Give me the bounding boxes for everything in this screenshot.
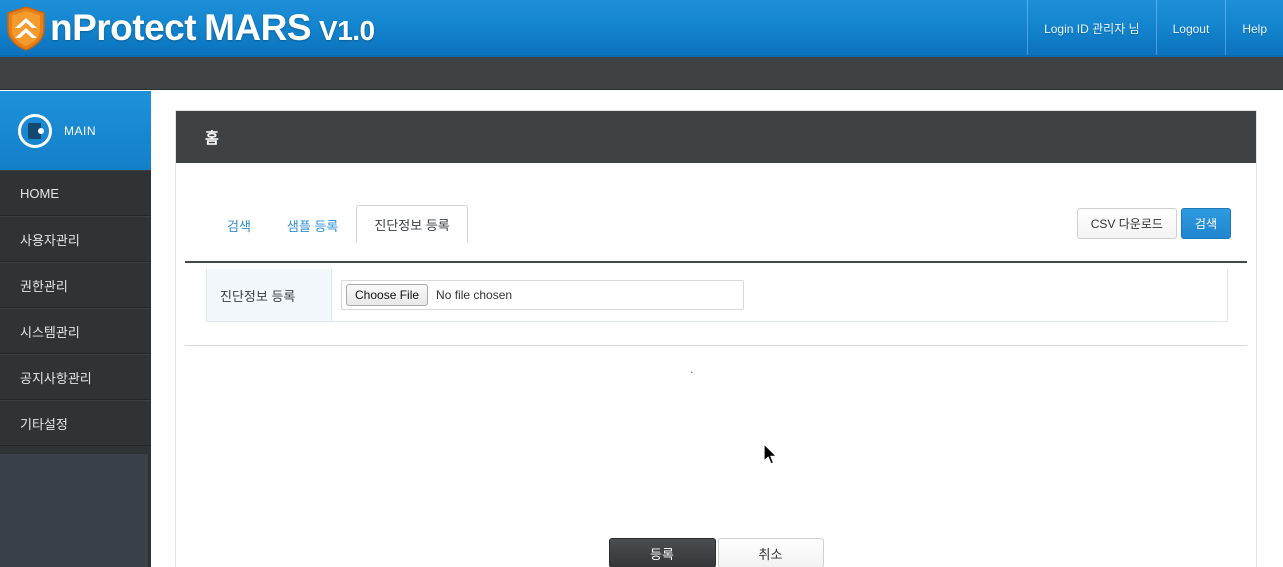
brand-name: nProtect [50,7,197,48]
tab-label: 진단정보 등록 [374,218,450,233]
diagnosis-form-table: 진단정보 등록 Choose File No file chosen [206,269,1228,322]
tab-list: 검색 샘플 등록 진단정보 등록 [209,204,468,243]
sidebar-item-user-management[interactable]: 사용자관리 [0,216,151,262]
sidebar-filler [0,454,149,567]
search-button[interactable]: 검색 [1180,208,1231,239]
content-panel: 홈 검색 샘플 등록 진단정보 등록 CSV 다운로드 검색 진단정보 등록 C… [175,110,1257,567]
cancel-button-label: 취소 [758,546,783,562]
csv-download-label: CSV 다운로드 [1090,217,1163,231]
submit-button[interactable]: 등록 [608,538,716,567]
section-divider [185,345,1247,346]
main-circle-icon [18,113,52,148]
sidebar-item-system-management[interactable]: 시스템관리 [0,308,151,354]
brand-title: nProtect MARS V1.0 [50,7,375,49]
sidebar-item-label: HOME [20,185,59,201]
cancel-button[interactable]: 취소 [717,538,824,567]
header-link-logout[interactable]: Logout [1155,0,1226,55]
page-title: 홈 [176,111,1256,163]
tab-search[interactable]: 검색 [209,206,269,243]
search-button-label: 검색 [1194,217,1217,231]
page-title-text: 홈 [205,129,219,147]
help-label: Help [1242,21,1267,36]
tab-sample-register[interactable]: 샘플 등록 [269,206,356,243]
sidebar-item-etc-settings[interactable]: 기타설정 [0,400,151,446]
brand-logo[interactable]: nProtect MARS V1.0 [6,2,375,54]
file-status-label: No file chosen [436,288,513,302]
global-nav-bar [0,57,1283,90]
tab-label: 검색 [227,219,251,234]
sidebar-item-label: 사용자관리 [20,232,80,248]
sidebar-item-main[interactable]: MAIN [0,91,151,170]
tab-diagnosis-info-register[interactable]: 진단정보 등록 [356,205,468,243]
sidebar-item-label: 권한관리 [20,278,68,294]
csv-download-button[interactable]: CSV 다운로드 [1076,208,1177,239]
sidebar-item-label: 기타설정 [20,416,68,432]
header-link-login-id[interactable]: Login ID 관리자 님 [1027,0,1156,55]
app-window: nProtect MARS V1.0 Login ID 관리자 님 Logout H… [0,0,1283,567]
logout-label: Logout [1172,21,1210,36]
brand-product: MARS [204,7,312,48]
sidebar-item-home[interactable]: HOME [0,170,151,216]
header-link-help[interactable]: Help [1225,0,1283,55]
choose-file-button[interactable]: Choose File [346,284,429,306]
login-id-label: Login ID 관리자 님 [1044,22,1140,36]
tab-label: 샘플 등록 [286,219,339,234]
submit-button-label: 등록 [650,546,674,562]
shield-icon [7,5,45,51]
brand-version: V1.0 [319,15,375,46]
sidebar-item-notice-management[interactable]: 공지사항관리 [0,354,151,400]
form-row-label: 진단정보 등록 [207,269,332,321]
sidebar-item-label: 공지사항관리 [20,370,92,386]
tab-zone: 검색 샘플 등록 진단정보 등록 CSV 다운로드 검색 [176,202,1256,243]
sidebar-main-label: MAIN [64,123,96,138]
sidebar-item-label: 시스템관리 [20,324,80,340]
main-content: 홈 검색 샘플 등록 진단정보 등록 CSV 다운로드 검색 진단정보 등록 C… [151,91,1283,567]
tab-actions: CSV 다운로드 검색 [1076,208,1231,239]
header-links: Login ID 관리자 님 Logout Help [1027,0,1283,55]
top-header: nProtect MARS V1.0 Login ID 관리자 님 Logout H… [0,0,1283,57]
placeholder-dot: . [690,362,694,376]
form-row-label-text: 진단정보 등록 [220,288,296,304]
file-upload-input[interactable]: Choose File No file chosen [341,280,744,310]
form-row-field: Choose File No file chosen [332,269,1227,321]
tab-bottom-rule [185,261,1247,263]
form-footer-actions: 등록 취소 [176,538,1256,567]
sidebar-item-permission-management[interactable]: 권한관리 [0,262,151,308]
